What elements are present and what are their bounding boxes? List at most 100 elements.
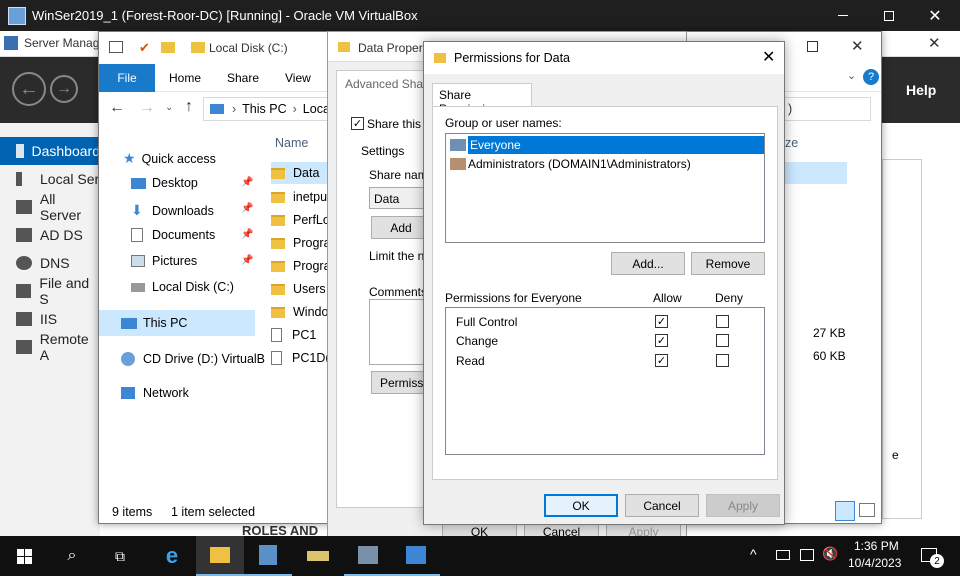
details-view-icon[interactable] (835, 501, 855, 521)
app-taskbar-button[interactable] (392, 536, 440, 576)
comments-field[interactable] (369, 299, 429, 365)
desktop-icon (131, 177, 146, 189)
permissions-close-icon[interactable]: ✕ (762, 47, 775, 67)
sidebar-item-all-servers[interactable]: All Server (0, 191, 100, 223)
disk-management-taskbar-button[interactable] (294, 536, 342, 576)
maximize-button[interactable] (866, 0, 912, 31)
deny-full-control-checkbox[interactable] (716, 315, 729, 328)
ribbon-tab-share[interactable]: Share (227, 71, 259, 85)
server-manager-close-icon[interactable]: ✕ (928, 34, 941, 52)
nav-network[interactable]: Network (121, 386, 189, 400)
nav-downloads[interactable]: ⬇ Downloads (131, 202, 214, 219)
nav-documents[interactable]: Documents (131, 228, 215, 242)
cancel-label: Cancel (643, 498, 681, 513)
sidebar-item-local-server[interactable]: Local Ser (0, 165, 100, 193)
back-arrow-icon[interactable]: ← (109, 99, 125, 117)
file-explorer-taskbar-button[interactable] (196, 536, 244, 576)
task-view-button[interactable]: ⧉ (96, 536, 144, 576)
search-box[interactable]: ) (771, 97, 871, 121)
breadcrumb-this-pc[interactable]: This PC (242, 102, 286, 116)
volume-muted-icon[interactable]: 🔇 (822, 546, 838, 562)
ribbon-expand-icon[interactable]: ⌄ (847, 69, 856, 82)
ribbon-tab-file[interactable]: File (99, 64, 155, 92)
minimize-button[interactable] (820, 0, 866, 31)
show-hidden-icons[interactable]: ^ (750, 546, 757, 562)
pin-icon[interactable]: 📌 (241, 203, 253, 214)
permissions-cancel-button[interactable]: Cancel (625, 494, 699, 517)
allow-read-checkbox[interactable]: ✓ (655, 354, 668, 367)
virtualbox-icon (8, 6, 26, 25)
search-button[interactable]: ⌕ (48, 536, 96, 576)
keyboard-icon[interactable] (776, 550, 790, 560)
internet-explorer-button[interactable]: e (148, 536, 196, 576)
share-name-field[interactable]: Data (369, 187, 429, 209)
permissions-title: Permissions for Data (454, 51, 571, 65)
add-share-button[interactable]: Add (371, 216, 431, 239)
sidebar-item-iis[interactable]: IIS (0, 305, 100, 333)
share-folder-checkbox[interactable]: ✓ (351, 117, 364, 130)
large-icons-view-icon[interactable] (859, 503, 875, 517)
sidebar-item-remote-access[interactable]: Remote A (0, 331, 100, 363)
ribbon-tab-home[interactable]: Home (169, 71, 201, 85)
user-row-administrators[interactable]: Administrators (DOMAIN1\Administrators) (450, 155, 764, 173)
nav-quick-access[interactable]: ★ Quick access (123, 150, 216, 167)
share-name-value: Data (374, 192, 400, 206)
nav-this-pc[interactable]: This PC (99, 310, 255, 336)
folder-icon (271, 283, 285, 295)
taskbar: ⌕ ⧉ e ^ 🔇 1:36 PM 10/4/2023 2 (0, 536, 960, 576)
add-user-button[interactable]: Add... (611, 252, 685, 275)
permissions-apply-button[interactable]: Apply (706, 494, 780, 517)
file-name: PerfLo (293, 213, 330, 227)
help-menu[interactable]: Help (906, 82, 936, 98)
pin-icon[interactable]: 📌 (241, 229, 253, 240)
ribbon-tab-view[interactable]: View (285, 71, 311, 85)
start-button[interactable] (0, 536, 48, 576)
forward-nav-icon[interactable]: → (50, 75, 78, 103)
tab-share-permissions[interactable]: Share Permissions (432, 83, 532, 116)
close-button[interactable]: ✕ (912, 0, 958, 31)
sidebar-item-dns[interactable]: DNS (0, 249, 100, 277)
clock-date[interactable]: 10/4/2023 (848, 556, 901, 570)
user-row-everyone[interactable]: Everyone (450, 136, 764, 154)
nav-pictures[interactable]: Pictures (131, 254, 197, 268)
up-arrow-icon[interactable]: ↑ (185, 98, 193, 116)
deny-read-checkbox[interactable] (716, 354, 729, 367)
remove-user-button[interactable]: Remove (691, 252, 765, 275)
action-center-button[interactable]: 2 (916, 542, 944, 568)
help-icon[interactable]: ? (863, 69, 879, 85)
permissions-for-label: Permissions for Everyone (445, 291, 582, 305)
pin-icon[interactable]: 📌 (241, 255, 253, 266)
sidebar-item-ad-ds[interactable]: AD DS (0, 221, 100, 249)
allow-change-checkbox[interactable]: ✓ (655, 334, 668, 347)
explorer-close-icon[interactable]: ✕ (851, 37, 864, 55)
allow-full-control-checkbox[interactable]: ✓ (655, 315, 668, 328)
vbox-title-bar: WinSer2019_1 (Forest-Roor-DC) [Running] … (0, 0, 960, 31)
clock-time[interactable]: 1:36 PM (854, 539, 899, 553)
pin-icon[interactable]: 📌 (241, 177, 253, 188)
deny-change-checkbox[interactable] (716, 334, 729, 347)
checkmark-icon[interactable]: ✔ (139, 40, 150, 56)
permissions-ok-button[interactable]: OK (544, 494, 618, 517)
server-manager-taskbar-button[interactable] (244, 536, 292, 576)
tab-advanced-sharing[interactable]: Advanced Shar (345, 77, 427, 91)
sidebar-item-file-storage[interactable]: File and S (0, 275, 100, 307)
user-list[interactable]: Everyone Administrators (DOMAIN1\Adminis… (445, 133, 765, 243)
network-status-icon[interactable] (800, 549, 814, 561)
explorer-maximize-icon[interactable] (807, 41, 818, 52)
sidebar-item-dashboard[interactable]: Dashboard (0, 137, 100, 165)
nav-cd-drive[interactable]: CD Drive (D:) VirtualB (121, 352, 265, 366)
nav-desktop[interactable]: Desktop (131, 176, 198, 190)
forward-arrow-icon[interactable]: → (139, 99, 155, 117)
back-nav-icon[interactable]: ← (12, 72, 46, 106)
recent-dropdown-icon[interactable]: ⌄ (165, 102, 173, 113)
nav-local-disk[interactable]: Local Disk (C:) (131, 280, 234, 294)
new-folder-icon[interactable] (161, 42, 175, 53)
properties-icon[interactable] (109, 41, 123, 53)
column-header-name[interactable]: Name (275, 136, 308, 150)
column-header-size[interactable]: ze (785, 136, 798, 150)
network-tool-taskbar-button[interactable] (344, 536, 392, 576)
user-name: Everyone (468, 136, 764, 154)
permission-full-control: Full Control (456, 315, 518, 329)
nav-label: Network (143, 386, 189, 400)
permissions-button[interactable]: Permissio (371, 371, 431, 394)
